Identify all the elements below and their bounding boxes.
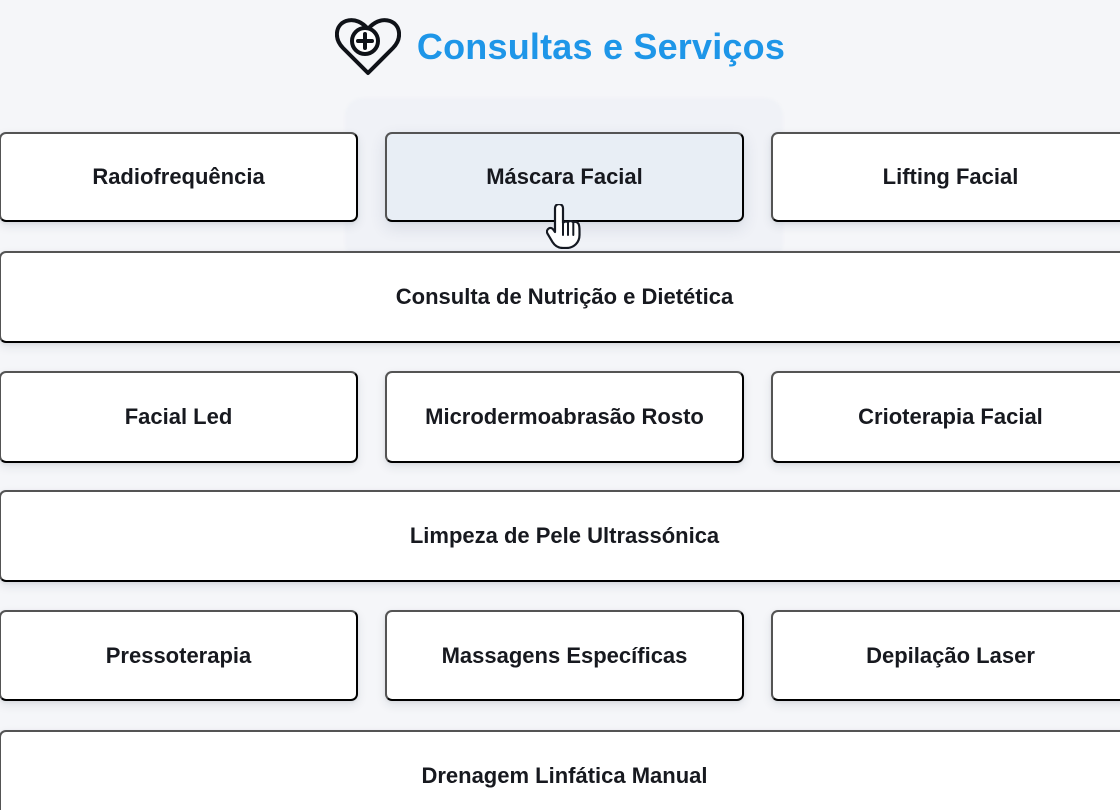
service-card-crioterapia-facial[interactable]: Crioterapia Facial: [771, 371, 1120, 463]
service-card-facial-led[interactable]: Facial Led: [0, 371, 358, 463]
page-title: Consultas e Serviços: [416, 26, 786, 67]
services-header: Consultas e Serviços: [0, 17, 1120, 79]
heart-plus-icon: [334, 18, 401, 75]
service-card-pressoterapia[interactable]: Pressoterapia: [0, 610, 358, 701]
service-card-microdermoabrasao-rosto[interactable]: Microdermoabrasão Rosto: [385, 371, 744, 463]
services-page: Consultas e Serviços Radiofrequência Más…: [0, 0, 1120, 810]
service-card-limpeza-pele-ultrassonica[interactable]: Limpeza de Pele Ultrassónica: [0, 490, 1120, 582]
service-card-drenagem-linfatica-manual[interactable]: Drenagem Linfática Manual: [0, 730, 1120, 810]
service-card-mascara-facial[interactable]: Máscara Facial: [385, 132, 744, 222]
service-card-radiofrequencia[interactable]: Radiofrequência: [0, 132, 358, 222]
service-card-lifting-facial[interactable]: Lifting Facial: [771, 132, 1120, 222]
service-card-massagens-especificas[interactable]: Massagens Específicas: [385, 610, 744, 701]
service-card-consulta-nutricao[interactable]: Consulta de Nutrição e Dietética: [0, 251, 1120, 343]
service-card-depilacao-laser[interactable]: Depilação Laser: [771, 610, 1120, 701]
